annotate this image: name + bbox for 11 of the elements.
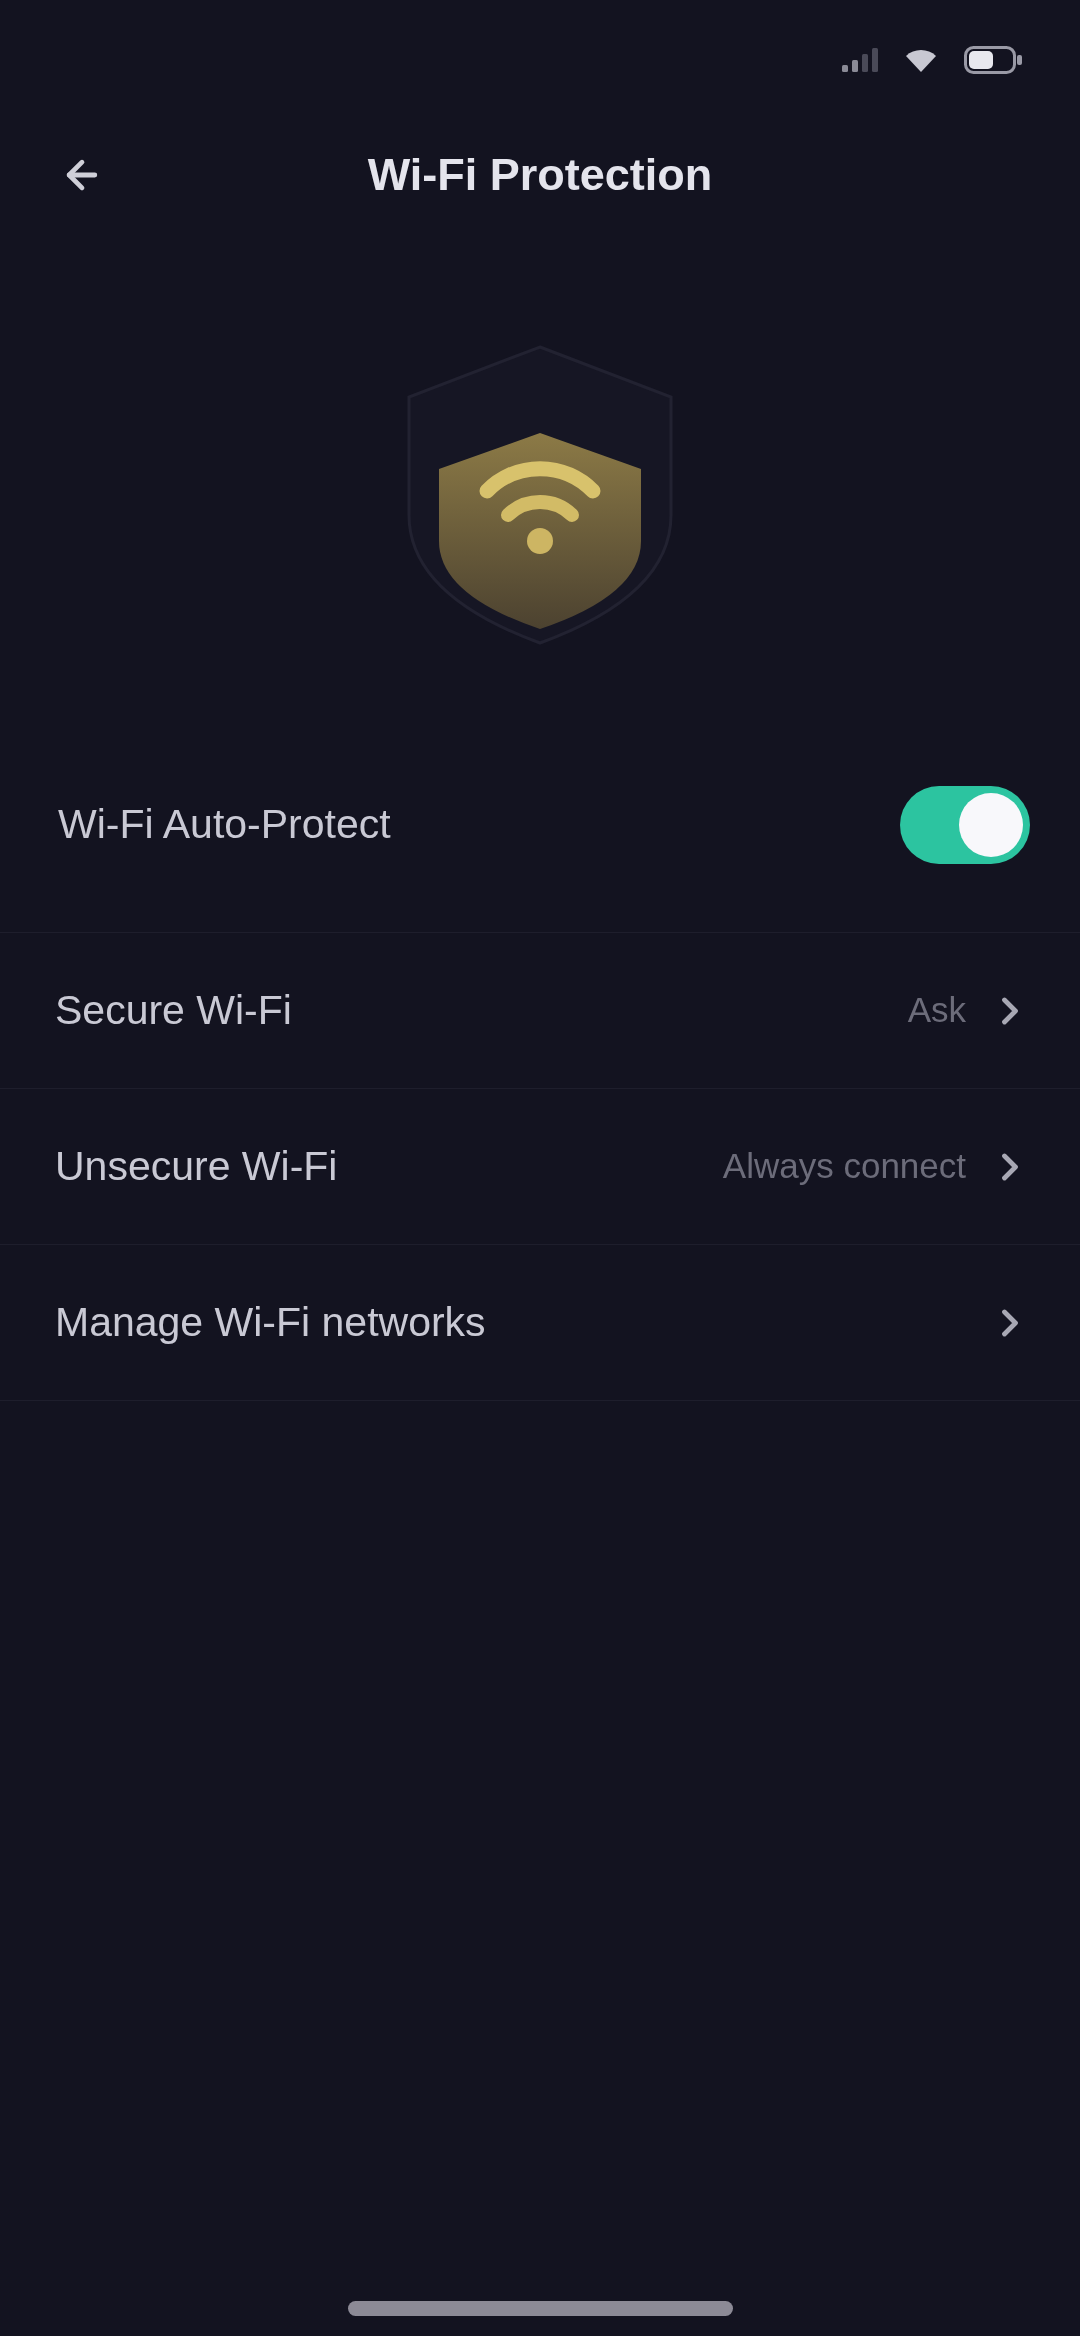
- setting-value: Always connect: [722, 1145, 966, 1188]
- page-title: Wi-Fi Protection: [367, 148, 713, 203]
- signal-bars-icon: [842, 48, 878, 72]
- setting-label: Wi-Fi Auto-Protect: [58, 799, 391, 849]
- battery-icon: [964, 46, 1022, 74]
- setting-label: Secure Wi-Fi: [55, 985, 292, 1035]
- wifi-icon: [906, 48, 936, 72]
- setting-label: Manage Wi-Fi networks: [55, 1297, 486, 1347]
- setting-label: Unsecure Wi-Fi: [55, 1141, 338, 1191]
- setting-value: Ask: [907, 989, 966, 1032]
- shield-wifi-icon: [405, 345, 675, 645]
